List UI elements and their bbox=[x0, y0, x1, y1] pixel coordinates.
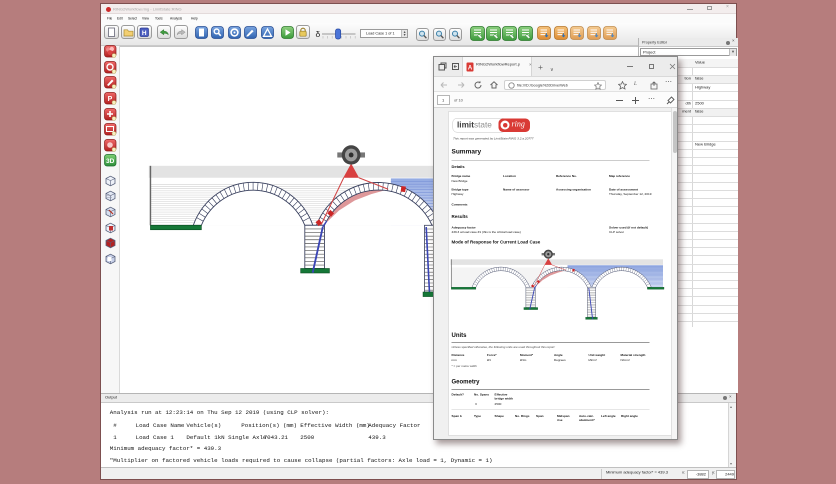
svg-text:H: H bbox=[142, 30, 147, 37]
svg-text:3D: 3D bbox=[106, 158, 115, 165]
svg-text:A: A bbox=[468, 65, 473, 71]
